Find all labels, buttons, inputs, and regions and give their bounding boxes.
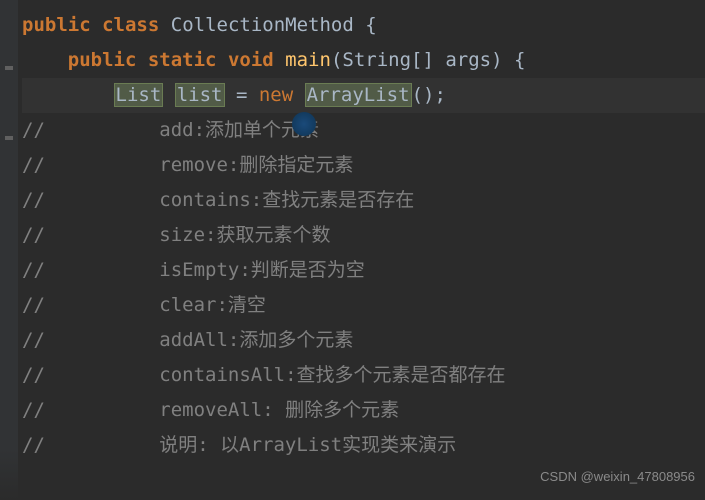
comment-prefix: // xyxy=(22,399,45,421)
class-name: CollectionMethod xyxy=(171,14,354,36)
indent xyxy=(45,399,159,421)
indent xyxy=(45,364,159,386)
highlight-type: List xyxy=(114,83,164,107)
indent xyxy=(45,189,159,211)
watermark-text: CSDN @weixin_47808956 xyxy=(540,459,695,494)
code-line-comment: // containsAll:查找多个元素是否都存在 xyxy=(22,358,705,393)
tail: (); xyxy=(412,84,446,106)
highlight-type: ArrayList xyxy=(305,83,412,107)
indent xyxy=(45,224,159,246)
comment-text: addAll:添加多个元素 xyxy=(159,329,353,351)
keyword-void: void xyxy=(228,49,274,71)
code-line-comment: // 说明: 以ArrayList实现类来演示 xyxy=(22,428,705,463)
space xyxy=(293,84,304,106)
method-name: main xyxy=(285,49,331,71)
comment-text: remove:删除指定元素 xyxy=(159,154,353,176)
brace: { xyxy=(354,14,377,36)
cursor-indicator-icon xyxy=(292,112,316,136)
code-line-comment: // size:获取元素个数 xyxy=(22,218,705,253)
comment-prefix: // xyxy=(22,329,45,351)
method-params: (String[] args) { xyxy=(331,49,525,71)
keyword-public: public xyxy=(68,49,137,71)
highlight-var: list xyxy=(175,83,225,107)
code-line-comment: // clear:清空 xyxy=(22,288,705,323)
indent xyxy=(45,154,159,176)
gutter-fold-icon[interactable] xyxy=(5,136,13,140)
keyword-class: class xyxy=(102,14,159,36)
code-line-comment: // isEmpty:判断是否为空 xyxy=(22,253,705,288)
indent xyxy=(45,329,159,351)
keyword-public: public xyxy=(22,14,91,36)
comment-prefix: // xyxy=(22,224,45,246)
comment-prefix: // xyxy=(22,364,45,386)
comment-text: size:获取元素个数 xyxy=(159,224,330,246)
code-line: public static void main(String[] args) { xyxy=(22,43,705,78)
comment-text: containsAll:查找多个元素是否都存在 xyxy=(159,364,505,386)
code-line-comment: // addAll:添加多个元素 xyxy=(22,323,705,358)
indent xyxy=(45,259,159,281)
comment-prefix: // xyxy=(22,189,45,211)
comment-prefix: // xyxy=(22,154,45,176)
code-line-active: List list = new ArrayList(); xyxy=(22,78,705,113)
comment-text: isEmpty:判断是否为空 xyxy=(159,259,365,281)
comment-prefix: // xyxy=(22,119,45,141)
operator: = xyxy=(225,84,259,106)
comment-prefix: // xyxy=(22,259,45,281)
code-line: public class CollectionMethod { xyxy=(22,8,705,43)
code-line-comment: // contains:查找元素是否存在 xyxy=(22,183,705,218)
code-editor[interactable]: public class CollectionMethod { public s… xyxy=(0,8,705,463)
comment-prefix: // xyxy=(22,294,45,316)
indent xyxy=(45,434,159,456)
comment-prefix: // xyxy=(22,434,45,456)
gutter-fold-icon[interactable] xyxy=(5,66,13,70)
space xyxy=(163,84,174,106)
comment-text: removeAll: 删除多个元素 xyxy=(159,399,399,421)
indent xyxy=(22,84,114,106)
comment-text: clear:清空 xyxy=(159,294,266,316)
keyword-new: new xyxy=(259,84,293,106)
code-line-comment: // removeAll: 删除多个元素 xyxy=(22,393,705,428)
keyword-static: static xyxy=(148,49,217,71)
comment-text: contains:查找元素是否存在 xyxy=(159,189,414,211)
indent xyxy=(22,49,68,71)
comment-text: 说明: 以ArrayList实现类来演示 xyxy=(159,434,456,456)
indent xyxy=(45,119,159,141)
code-line-comment: // remove:删除指定元素 xyxy=(22,148,705,183)
editor-gutter xyxy=(0,0,18,500)
code-line-comment: // add:添加单个元素 xyxy=(22,113,705,148)
indent xyxy=(45,294,159,316)
